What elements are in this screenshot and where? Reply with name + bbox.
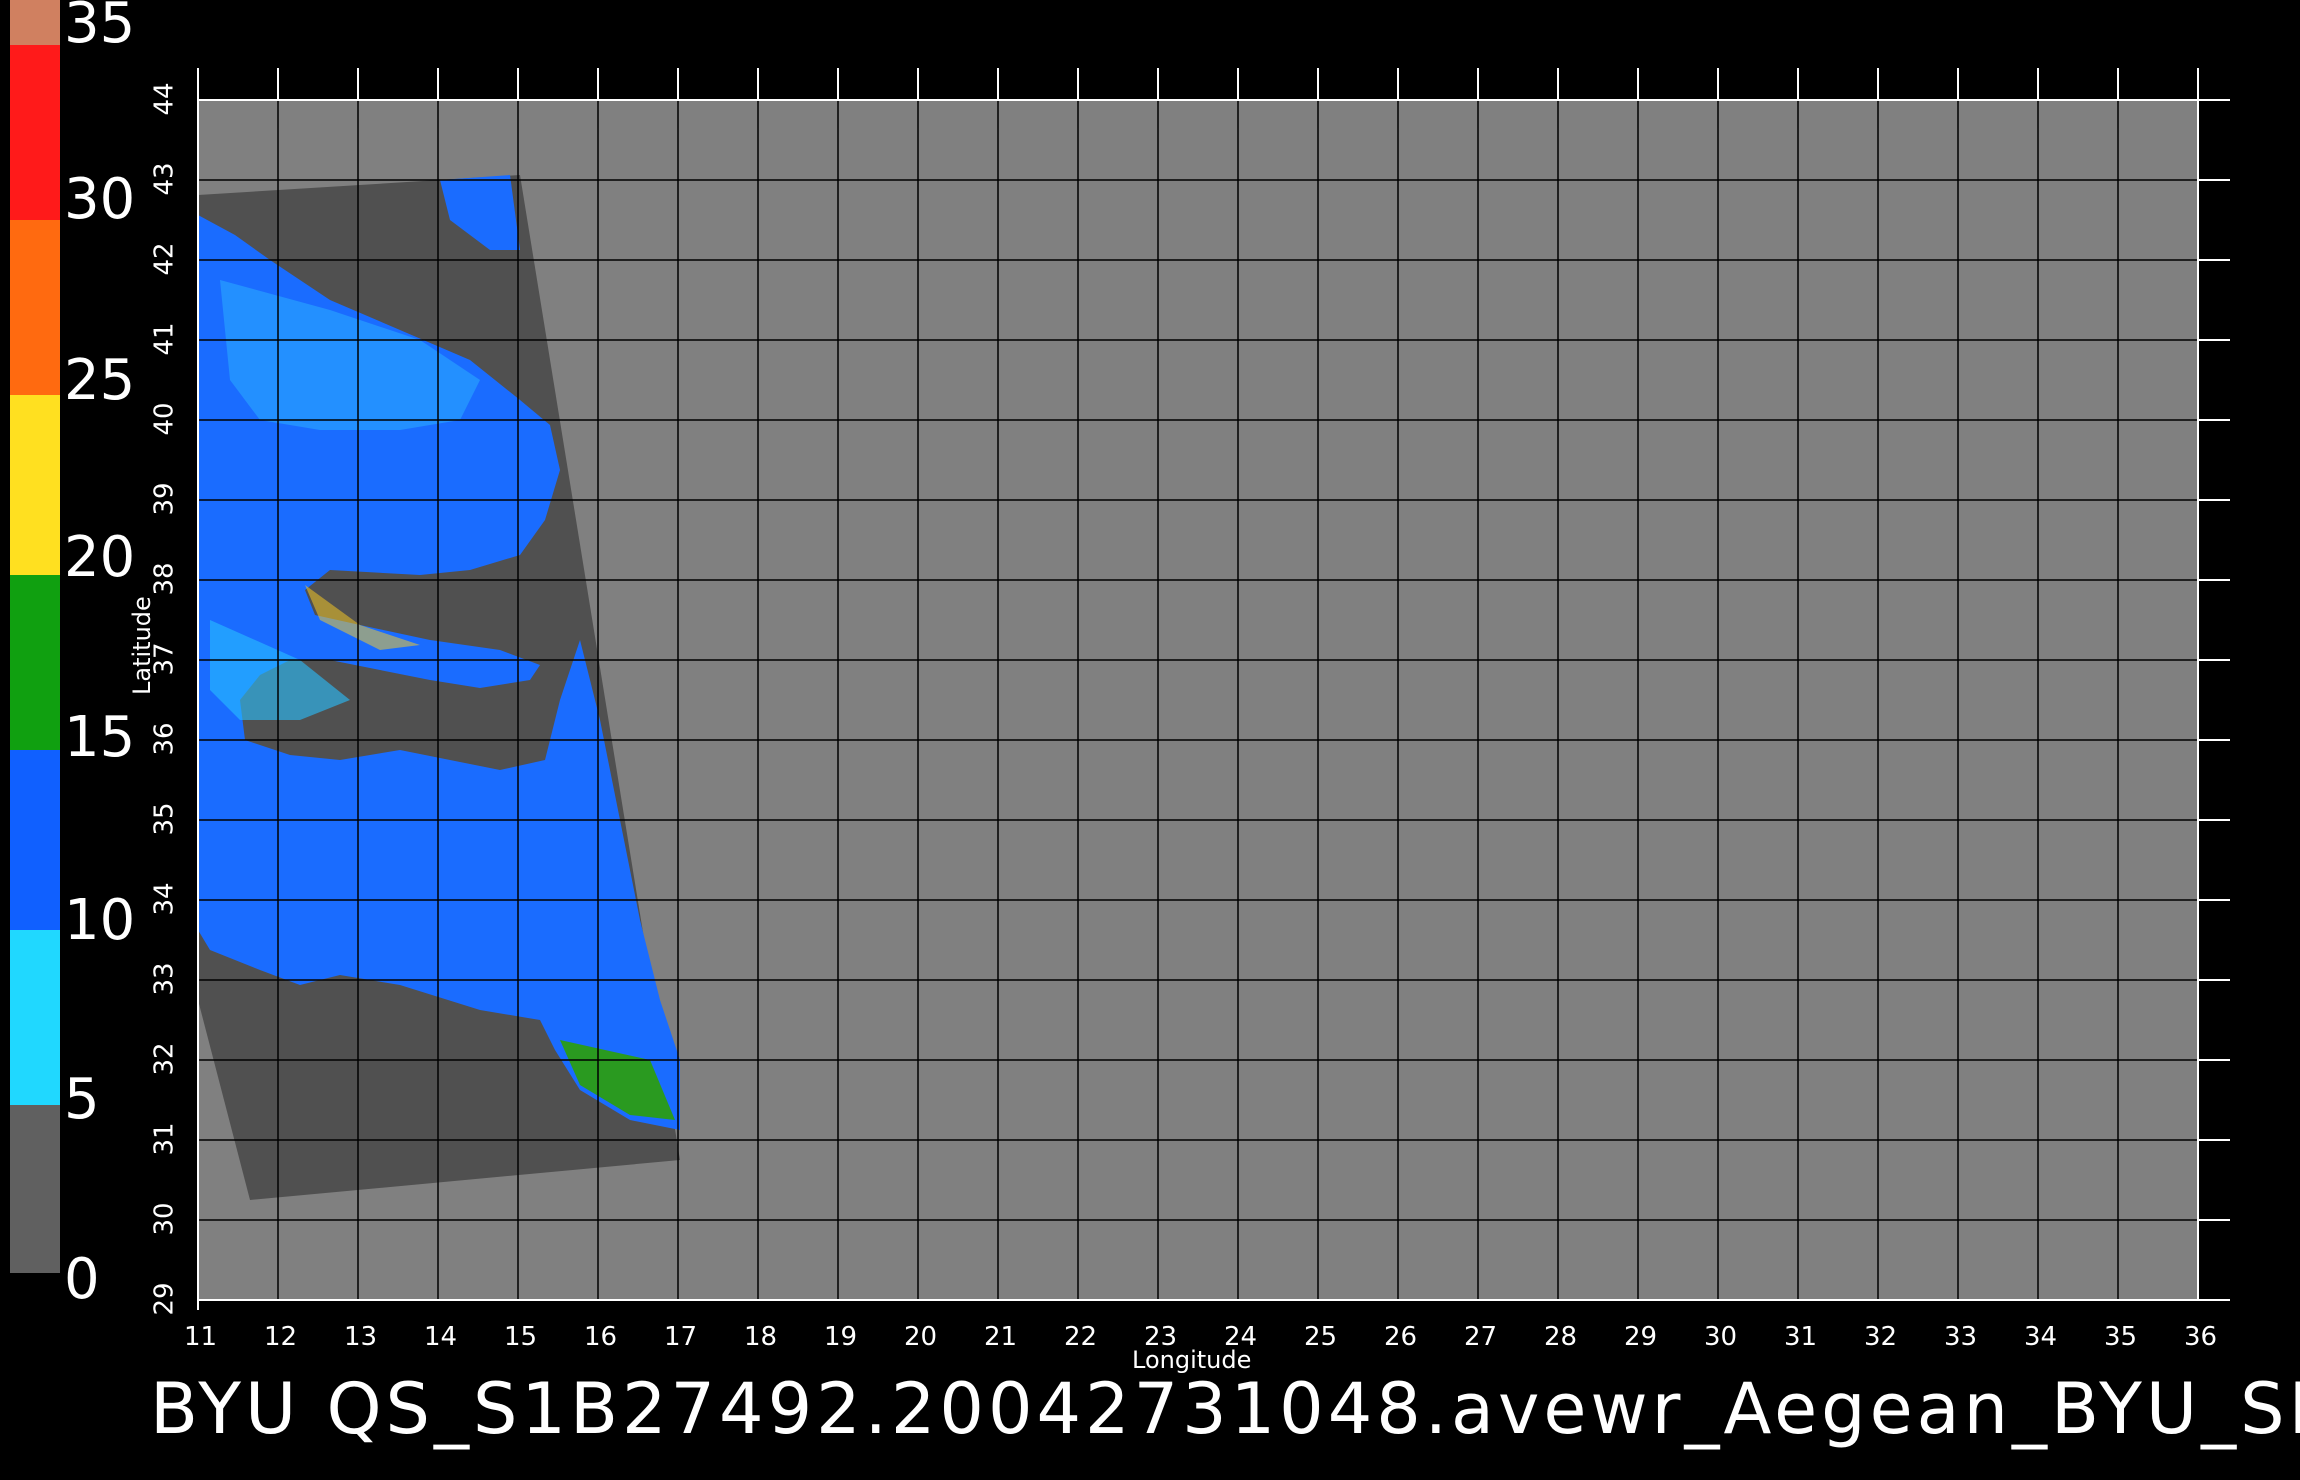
lon-tick-label: 19 [824, 1322, 858, 1352]
colorbar-label-25: 25 [64, 348, 136, 413]
lat-tick-label: 37 [149, 642, 180, 676]
colorbar-label-20: 20 [64, 525, 136, 590]
colorbar-label-35: 35 [64, 0, 136, 56]
lon-tick-label: 28 [1544, 1322, 1578, 1352]
lon-tick-label: 22 [1064, 1322, 1098, 1352]
lat-tick-label: 41 [149, 322, 180, 356]
lat-tick-label: 34 [149, 882, 180, 916]
lon-tick-label: 24 [1224, 1322, 1258, 1352]
lon-tick-label: 27 [1464, 1322, 1498, 1352]
lon-tick-label: 33 [1944, 1322, 1978, 1352]
lon-tick-label: 11 [184, 1322, 218, 1352]
lon-tick-label: 14 [424, 1322, 458, 1352]
lon-tick-label: 30 [1704, 1322, 1738, 1352]
lat-tick-label: 36 [149, 722, 180, 756]
lon-tick-label: 17 [664, 1322, 698, 1352]
lon-tick-label: 32 [1864, 1322, 1898, 1352]
lat-tick-label: 32 [149, 1042, 180, 1076]
lat-tick-label: 31 [149, 1122, 180, 1156]
colorbar-label-15: 15 [64, 705, 136, 770]
lon-tick-label: 34 [2024, 1322, 2058, 1352]
colorbar-label-10: 10 [64, 888, 136, 953]
lon-tick-label: 20 [904, 1322, 938, 1352]
wind-map-canvas [10, 0, 2230, 1310]
lat-tick-label: 42 [149, 242, 180, 276]
colorbar-label-30: 30 [64, 167, 136, 232]
lat-tick-label: 38 [149, 562, 180, 596]
lon-tick-label: 15 [504, 1322, 538, 1352]
lon-tick-label: 25 [1304, 1322, 1338, 1352]
lat-tick-label: 39 [149, 482, 180, 516]
lon-tick-label: 26 [1384, 1322, 1418, 1352]
lon-tick-label: 13 [344, 1322, 378, 1352]
lat-tick-label: 35 [149, 802, 180, 836]
lat-tick-label: 29 [149, 1282, 180, 1316]
lon-tick-label: 12 [264, 1322, 298, 1352]
colorbar-label-5: 5 [64, 1067, 100, 1132]
lat-tick-label: 44 [149, 82, 180, 116]
lon-tick-label: 18 [744, 1322, 778, 1352]
lon-tick-label: 21 [984, 1322, 1018, 1352]
lon-tick-label: 23 [1144, 1322, 1178, 1352]
lat-tick-label: 43 [149, 162, 180, 196]
lon-tick-label: 29 [1624, 1322, 1658, 1352]
lon-tick-label: 31 [1784, 1322, 1818, 1352]
lon-tick-label: 35 [2104, 1322, 2138, 1352]
colorbar [10, 0, 60, 1273]
lat-tick-label: 30 [149, 1202, 180, 1236]
lat-tick-label: 40 [149, 402, 180, 436]
colorbar-label-0: 0 [64, 1247, 100, 1312]
lon-tick-label: 36 [2184, 1322, 2218, 1352]
lat-tick-label: 33 [149, 962, 180, 996]
lon-tick-label: 16 [584, 1322, 618, 1352]
image-caption: BYU QS_S1B27492.20042731048.avewr_Aegean… [150, 1368, 2300, 1450]
